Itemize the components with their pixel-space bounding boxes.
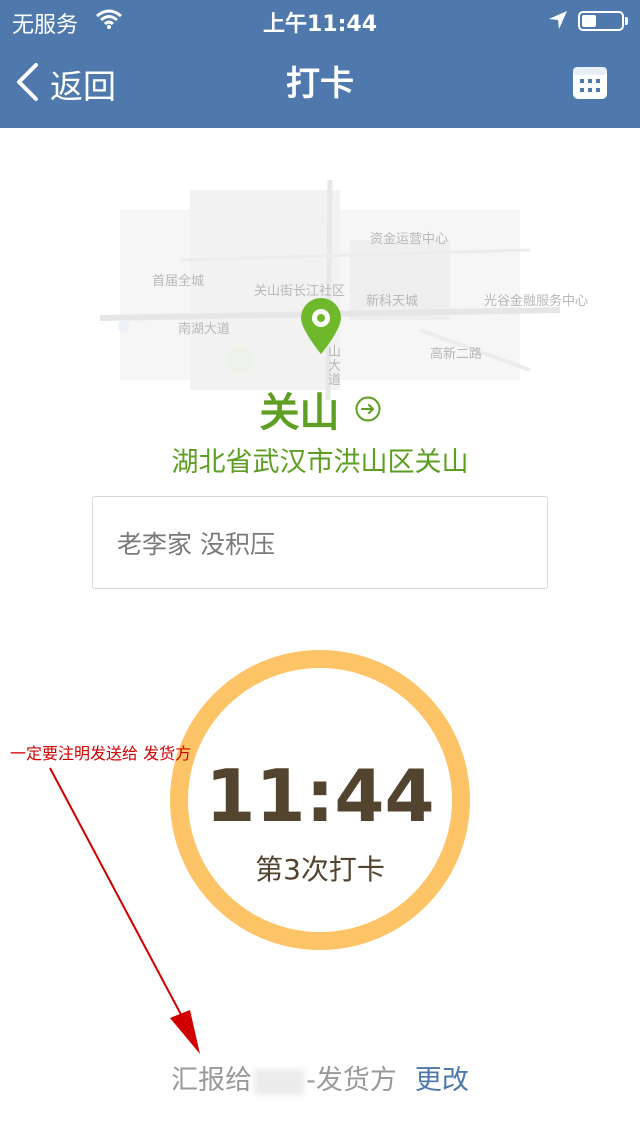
map-label: 首届全城 — [152, 274, 205, 289]
status-time: 上午11:44 — [262, 12, 378, 37]
report-prefix: 汇报给 — [171, 1065, 253, 1096]
clock-time: 11:44 — [205, 754, 435, 838]
edit-recipient-button[interactable]: 更改 — [415, 1065, 469, 1096]
battery-tip — [625, 17, 628, 25]
map-label: 高新二路 — [430, 347, 483, 362]
battery-icon — [578, 11, 624, 31]
note-input[interactable]: 老李家 没积压 — [92, 496, 548, 589]
report-suffix: -发货方 — [306, 1065, 397, 1096]
location-name: 关山 — [259, 390, 340, 436]
location-arrow-icon — [548, 10, 568, 34]
top-bar: 无服务 上午11:44 返回 打卡 — [0, 0, 640, 128]
report-footer: 汇报给 -发货方 更改 — [0, 1058, 640, 1097]
map-label: 资金运营中心 — [370, 232, 449, 247]
location-address: 湖北省武汉市洪山区关山 — [171, 447, 469, 478]
note-text: 老李家 没积压 — [117, 530, 275, 559]
arrow-right-circle-icon[interactable] — [355, 396, 381, 422]
status-bar: 无服务 上午11:44 — [0, 0, 640, 40]
calendar-icon[interactable] — [572, 66, 608, 100]
clock-in-button[interactable]: 11:44 第3次打卡 — [170, 650, 470, 950]
page-title: 打卡 — [286, 64, 354, 104]
clock-count-label: 第3次打卡 — [255, 853, 385, 886]
map-label: 新科天城 — [366, 294, 419, 309]
map-label: 光谷金融服务中心 — [484, 294, 589, 309]
map-label: 南湖大道 — [178, 322, 231, 337]
location-name-row[interactable]: 关山 — [0, 380, 640, 438]
location-pin-icon — [298, 296, 344, 356]
location-map[interactable]: 资金运营中心 首届全城 关山街长江社区 新科天城 光谷金融服务中心 南湖大道 高… — [60, 170, 588, 400]
blurred-name — [254, 1068, 305, 1095]
annotation-text: 一定要注明发送给 发货方 — [10, 744, 192, 763]
